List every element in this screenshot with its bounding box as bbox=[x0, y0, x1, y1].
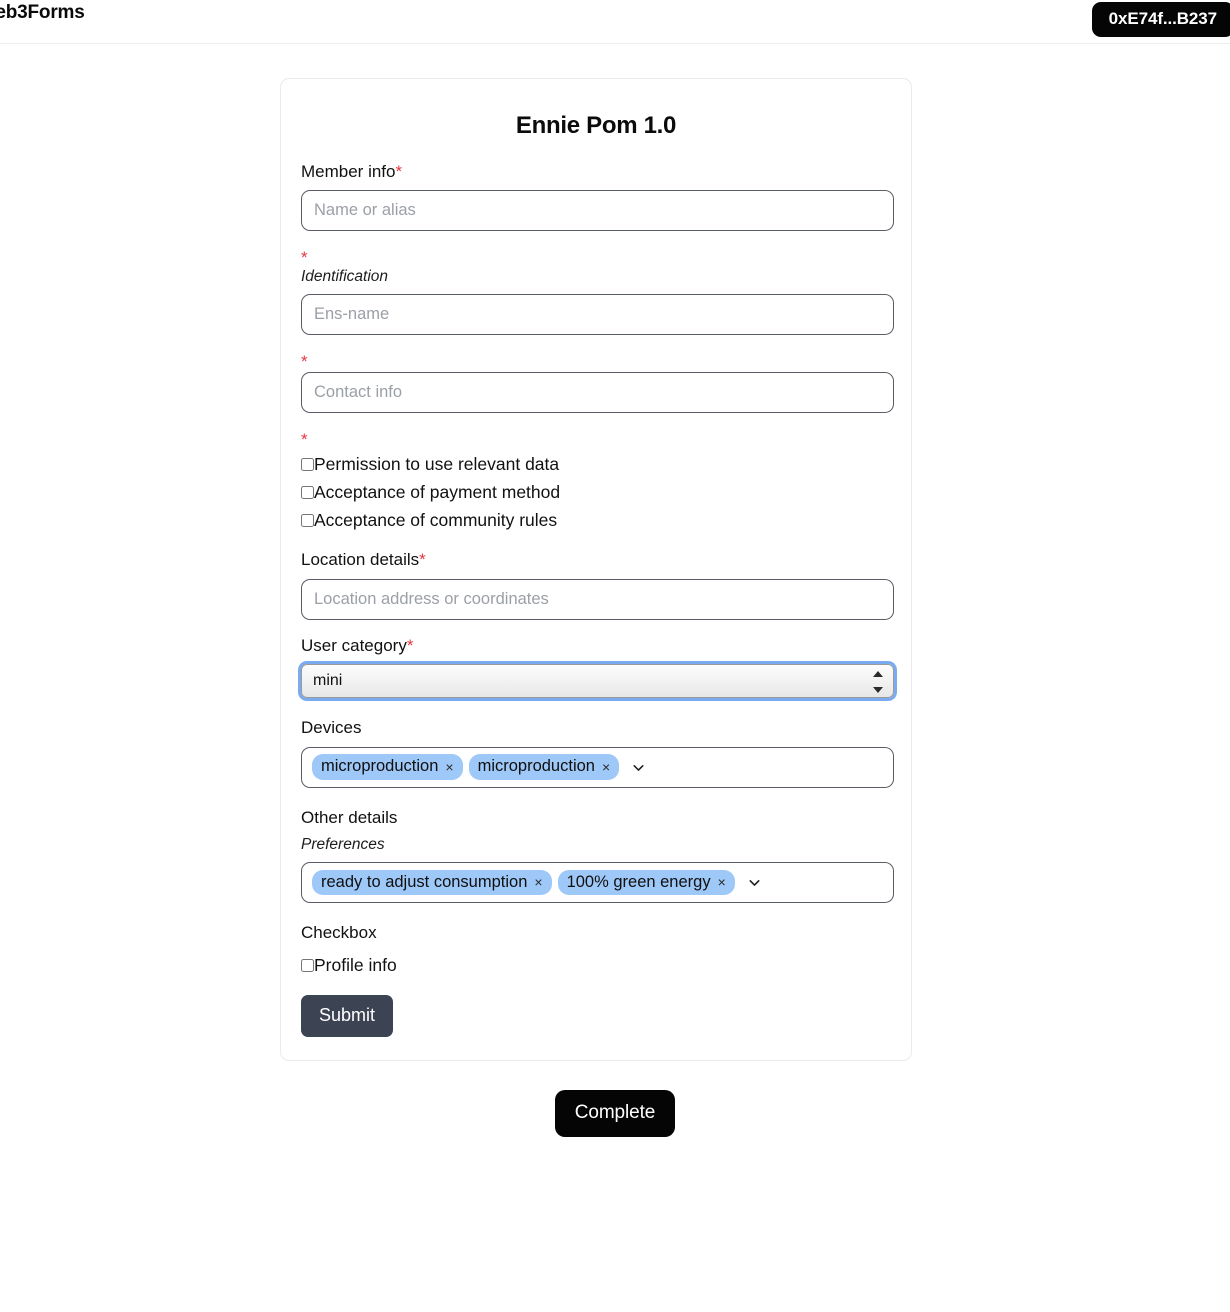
wallet-address-badge[interactable]: 0xE74f...B237 bbox=[1091, 2, 1230, 37]
member-info-label-text: Member info bbox=[301, 162, 396, 181]
chevron-down-icon bbox=[873, 687, 883, 694]
member-info-label: Member info* bbox=[301, 162, 891, 182]
member-info-input[interactable] bbox=[301, 190, 894, 232]
form-body: Member info* * Identification * * Permis… bbox=[281, 162, 911, 1038]
devices-label: Devices bbox=[301, 718, 362, 738]
devices-tag[interactable]: microproduction × bbox=[468, 754, 620, 780]
devices-tag-label: microproduction bbox=[321, 757, 439, 776]
profile-info-label: Profile info bbox=[314, 954, 397, 975]
consent-row-permission[interactable]: Permission to use relevant data bbox=[301, 450, 891, 478]
contact-required-asterisk: * bbox=[301, 352, 308, 372]
user-category-select[interactable]: mini bbox=[301, 664, 894, 699]
chevron-down-icon[interactable] bbox=[630, 759, 647, 776]
top-bar: Web3Forms 0xE74f...B237 bbox=[0, 0, 1230, 44]
ens-name-input[interactable] bbox=[301, 294, 894, 336]
user-category-label: User category* bbox=[301, 636, 891, 656]
remove-tag-icon[interactable]: × bbox=[718, 875, 726, 889]
page-title: Ennie Pom 1.0 bbox=[515, 112, 677, 139]
select-spinner-arrows-icon bbox=[873, 671, 883, 694]
complete-button-wrap: Complete bbox=[0, 1090, 1230, 1137]
preferences-tag[interactable]: ready to adjust consumption × bbox=[312, 869, 552, 896]
consent-row-community-rules[interactable]: Acceptance of community rules bbox=[301, 506, 891, 534]
user-category-label-text: User category bbox=[301, 635, 407, 655]
remove-tag-icon[interactable]: × bbox=[445, 760, 453, 774]
required-asterisk: * bbox=[395, 162, 403, 181]
preferences-multiselect[interactable]: ready to adjust consumption × 100% green… bbox=[301, 861, 894, 903]
profile-info-row[interactable]: Profile info bbox=[301, 951, 891, 979]
consents-required-asterisk: * bbox=[301, 430, 308, 450]
consent-label-payment: Acceptance of payment method bbox=[314, 481, 561, 502]
devices-multiselect[interactable]: microproduction × microproduction × bbox=[301, 746, 894, 788]
devices-tag[interactable]: microproduction × bbox=[312, 754, 463, 780]
form-card: Ennie Pom 1.0 Member info* * Identificat… bbox=[280, 78, 912, 1061]
preferences-tag-label: 100% green energy bbox=[566, 872, 711, 891]
location-required-asterisk: * bbox=[419, 550, 426, 570]
preferences-tag[interactable]: 100% green energy × bbox=[557, 869, 735, 896]
identification-sub-label: Identification bbox=[301, 268, 389, 286]
consent-checkbox-community-rules[interactable] bbox=[301, 513, 314, 527]
app-brand-title: Web3Forms bbox=[0, 2, 85, 23]
user-category-required-asterisk: * bbox=[406, 635, 414, 655]
complete-button[interactable]: Complete bbox=[554, 1090, 676, 1137]
user-category-selected-value: mini bbox=[313, 672, 343, 690]
preferences-tag-label: ready to adjust consumption bbox=[321, 872, 528, 891]
consent-label-permission: Permission to use relevant data bbox=[314, 453, 560, 474]
remove-tag-icon[interactable]: × bbox=[602, 760, 610, 774]
submit-button[interactable]: Submit bbox=[301, 995, 394, 1038]
chevron-down-icon[interactable] bbox=[746, 874, 763, 891]
consent-checkbox-payment[interactable] bbox=[301, 485, 314, 499]
location-details-label: Location details* bbox=[301, 550, 891, 570]
identification-required-asterisk: * bbox=[301, 248, 308, 268]
chevron-up-icon bbox=[873, 671, 883, 678]
other-details-label: Other details bbox=[301, 807, 398, 827]
consent-checkbox-permission[interactable] bbox=[301, 457, 314, 471]
checkbox-group-label: Checkbox bbox=[301, 922, 377, 942]
location-details-input[interactable] bbox=[301, 578, 894, 620]
consent-row-payment[interactable]: Acceptance of payment method bbox=[301, 478, 891, 506]
remove-tag-icon[interactable]: × bbox=[534, 875, 542, 889]
consent-label-community-rules: Acceptance of community rules bbox=[314, 509, 558, 530]
contact-info-input[interactable] bbox=[301, 372, 894, 414]
location-details-label-text: Location details bbox=[301, 550, 420, 570]
preferences-sub-label: Preferences bbox=[301, 835, 385, 853]
devices-tag-label: microproduction bbox=[477, 757, 595, 776]
profile-info-checkbox[interactable] bbox=[301, 958, 314, 972]
